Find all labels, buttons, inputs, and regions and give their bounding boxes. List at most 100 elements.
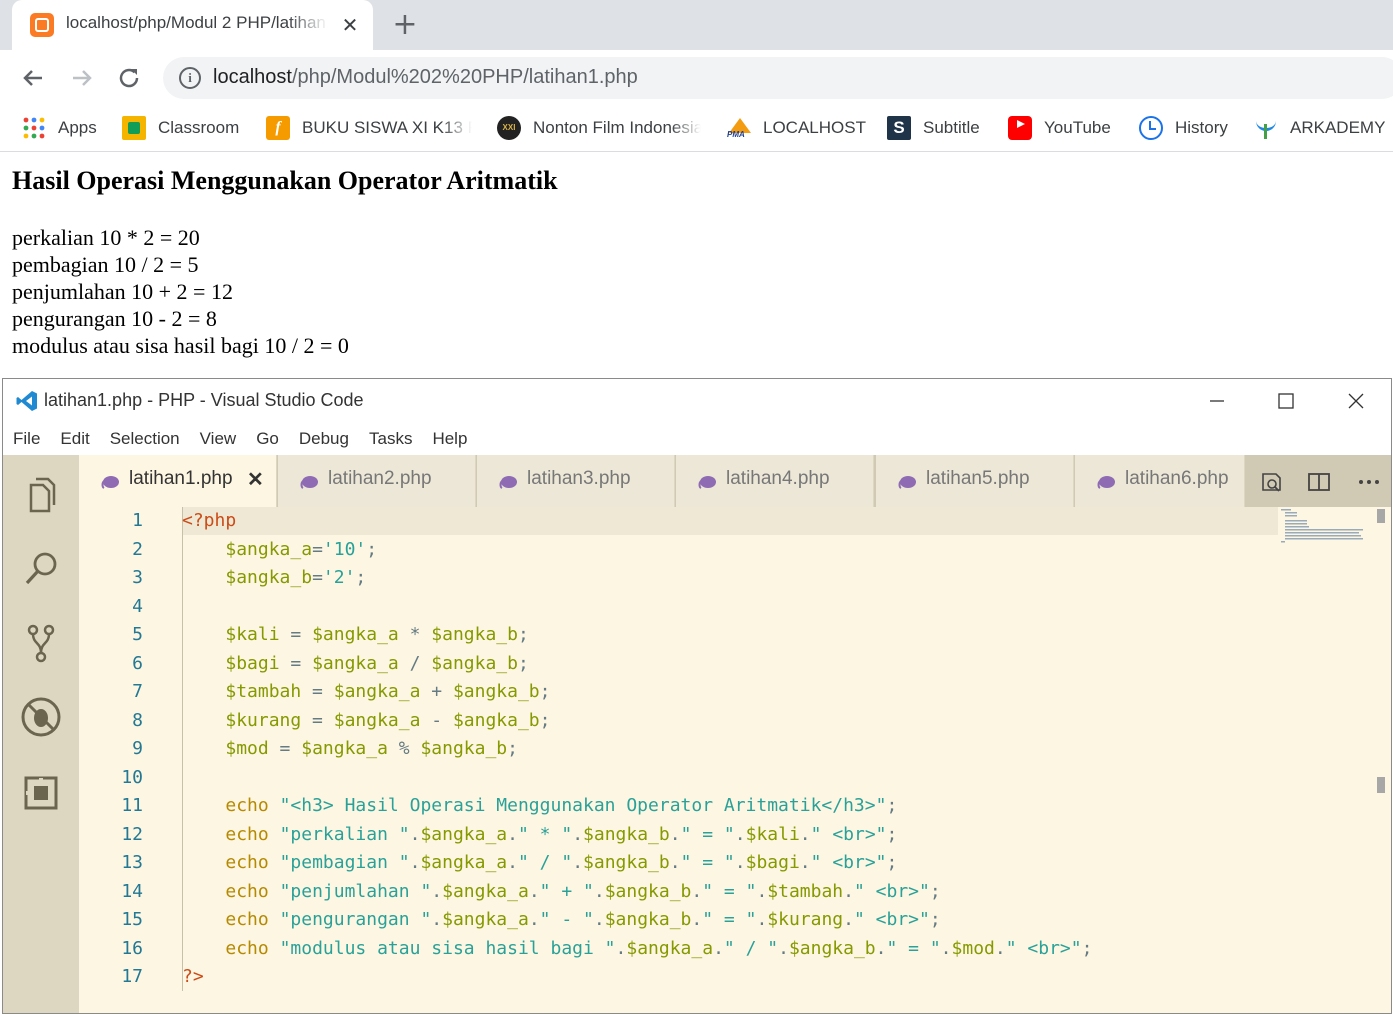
- tab-latihan3[interactable]: latihan3.php: [477, 455, 675, 507]
- menu-edit[interactable]: Edit: [50, 423, 99, 455]
- code-text: echo "penjumlahan ".$angka_a." + ".$angk…: [182, 878, 940, 906]
- code-editor[interactable]: 1 <?php 2 $angka_a='10'; 3 $angka_b='2'; 4 5 …: [79, 507, 1391, 1013]
- menu-file[interactable]: File: [3, 423, 50, 455]
- bookmark-apps[interactable]: Apps: [22, 113, 97, 143]
- code-token: .: [843, 880, 854, 902]
- scroll-thumb[interactable]: [1377, 509, 1385, 523]
- code-token: ;: [517, 652, 529, 674]
- code-text: $angka_b='2';: [182, 564, 366, 592]
- php-elephant-icon: [1097, 473, 1115, 489]
- code-token: $bagi: [745, 852, 800, 873]
- code-token: ;: [886, 795, 898, 816]
- minimize-icon[interactable]: [1194, 383, 1240, 419]
- address-bar[interactable]: i localhost/php/Modul%202%20PHP/latihan1…: [163, 57, 1393, 99]
- code-token: =: [312, 538, 323, 560]
- result-lines: perkalian 10 * 2 = 20 pembagian 10 / 2 =…: [12, 224, 349, 359]
- minimap[interactable]: [1279, 507, 1369, 547]
- code-token: .: [669, 852, 681, 873]
- code-token: .: [528, 909, 540, 930]
- search-icon[interactable]: [17, 545, 65, 593]
- bookmark-localhost[interactable]: LOCALHOST: [727, 113, 866, 143]
- close-tab-icon[interactable]: ✕: [247, 467, 264, 492]
- current-line-highlight: [182, 507, 1278, 535]
- code-token: echo: [225, 795, 269, 816]
- tab-latihan2[interactable]: latihan2.php: [278, 455, 476, 507]
- reload-icon[interactable]: [113, 62, 145, 94]
- code-token: .: [431, 909, 443, 930]
- code-token: =: [279, 652, 313, 674]
- code-token: =: [312, 567, 323, 588]
- line-number: 11: [121, 795, 143, 816]
- result-line: penjumlahan 10 + 2 = 12: [12, 279, 233, 304]
- window-title: latihan1.php - PHP - Visual Studio Code: [44, 390, 364, 410]
- code-token: .: [799, 852, 811, 873]
- code-token: " * ": [518, 823, 573, 845]
- menu-view[interactable]: View: [190, 423, 247, 455]
- menu-debug[interactable]: Debug: [289, 423, 359, 455]
- tab-label: latihan3.php: [527, 468, 631, 489]
- split-editor-icon[interactable]: [1306, 469, 1332, 495]
- code-token: $angka_b: [583, 823, 670, 845]
- code-token: ;: [539, 709, 551, 731]
- close-window-icon[interactable]: [1333, 383, 1379, 419]
- bookmark-subtitle[interactable]: S Subtitle: [887, 113, 980, 143]
- bookmark-history[interactable]: History: [1139, 113, 1228, 143]
- code-token: ;: [886, 852, 898, 873]
- line-number: 12: [121, 823, 143, 845]
- bookmark-label: LOCALHOST: [763, 118, 866, 137]
- menu-selection[interactable]: Selection: [100, 423, 190, 455]
- extensions-icon[interactable]: [17, 769, 65, 817]
- php-elephant-icon: [101, 473, 119, 489]
- source-control-icon[interactable]: [17, 619, 65, 667]
- menu-go[interactable]: Go: [246, 423, 289, 455]
- menu-tasks[interactable]: Tasks: [359, 423, 422, 455]
- maximize-icon[interactable]: [1263, 383, 1309, 419]
- code-token: "penjumlahan ": [279, 880, 432, 902]
- result-line: perkalian 10 * 2 = 20: [12, 225, 200, 250]
- new-tab-button[interactable]: +: [390, 9, 420, 41]
- browser-tab-active[interactable]: localhost/php/Modul 2 PHP/latihan1.php ✕: [12, 0, 373, 50]
- vscode-logo-icon: [15, 389, 39, 413]
- scroll-marker: [1377, 777, 1385, 793]
- code-token: $angka_a: [333, 681, 421, 702]
- line-number: 7: [132, 681, 143, 702]
- code-token: $tambah: [225, 681, 302, 702]
- bookmark-arkademy[interactable]: ARKADEMY: [1254, 113, 1385, 143]
- url-text[interactable]: localhost/php/Modul%202%20PHP/latihan1.p…: [213, 66, 638, 92]
- forward-arrow-icon[interactable]: [66, 62, 98, 94]
- bookmark-label: Classroom: [158, 118, 240, 137]
- close-tab-icon[interactable]: ✕: [337, 12, 363, 38]
- bookmark-classroom[interactable]: Classroom: [122, 113, 239, 143]
- code-token: $mod: [951, 937, 995, 959]
- tab-latihan6[interactable]: latihan6.php: [1075, 455, 1245, 507]
- site-info-icon[interactable]: i: [179, 67, 201, 89]
- bookmark-nonton-film[interactable]: XXI Nonton Film Indonesia: [497, 113, 701, 143]
- code-token: .: [734, 852, 746, 873]
- code-token: -: [420, 709, 453, 731]
- bookmark-buku-siswa[interactable]: f BUKU SISWA XI K13 F: [266, 113, 472, 143]
- vertical-scrollbar[interactable]: [1375, 507, 1389, 1013]
- line-number: 3: [132, 567, 143, 588]
- code-token: " <br>": [853, 909, 930, 930]
- menu-help[interactable]: Help: [422, 423, 477, 455]
- code-text: echo "modulus atau sisa hasil bagi ".$an…: [182, 935, 1092, 963]
- code-token: .: [778, 937, 789, 959]
- debug-icon[interactable]: [17, 693, 65, 741]
- code-token: .: [593, 909, 605, 930]
- open-preview-icon[interactable]: [1259, 469, 1285, 495]
- code-token: '2': [322, 567, 356, 588]
- code-token: $angka_b: [604, 880, 692, 902]
- back-arrow-icon[interactable]: [17, 62, 49, 94]
- code-token: $angka_a: [626, 937, 714, 959]
- tab-latihan4[interactable]: latihan4.php: [676, 455, 874, 507]
- bookmark-youtube[interactable]: YouTube: [1008, 113, 1111, 143]
- more-actions-icon[interactable]: [1356, 469, 1382, 495]
- php-elephant-icon: [898, 473, 916, 489]
- explorer-files-icon[interactable]: [17, 471, 65, 519]
- tab-latihan1[interactable]: latihan1.php ✕: [79, 455, 277, 507]
- tab-latihan5[interactable]: latihan5.php: [876, 455, 1074, 507]
